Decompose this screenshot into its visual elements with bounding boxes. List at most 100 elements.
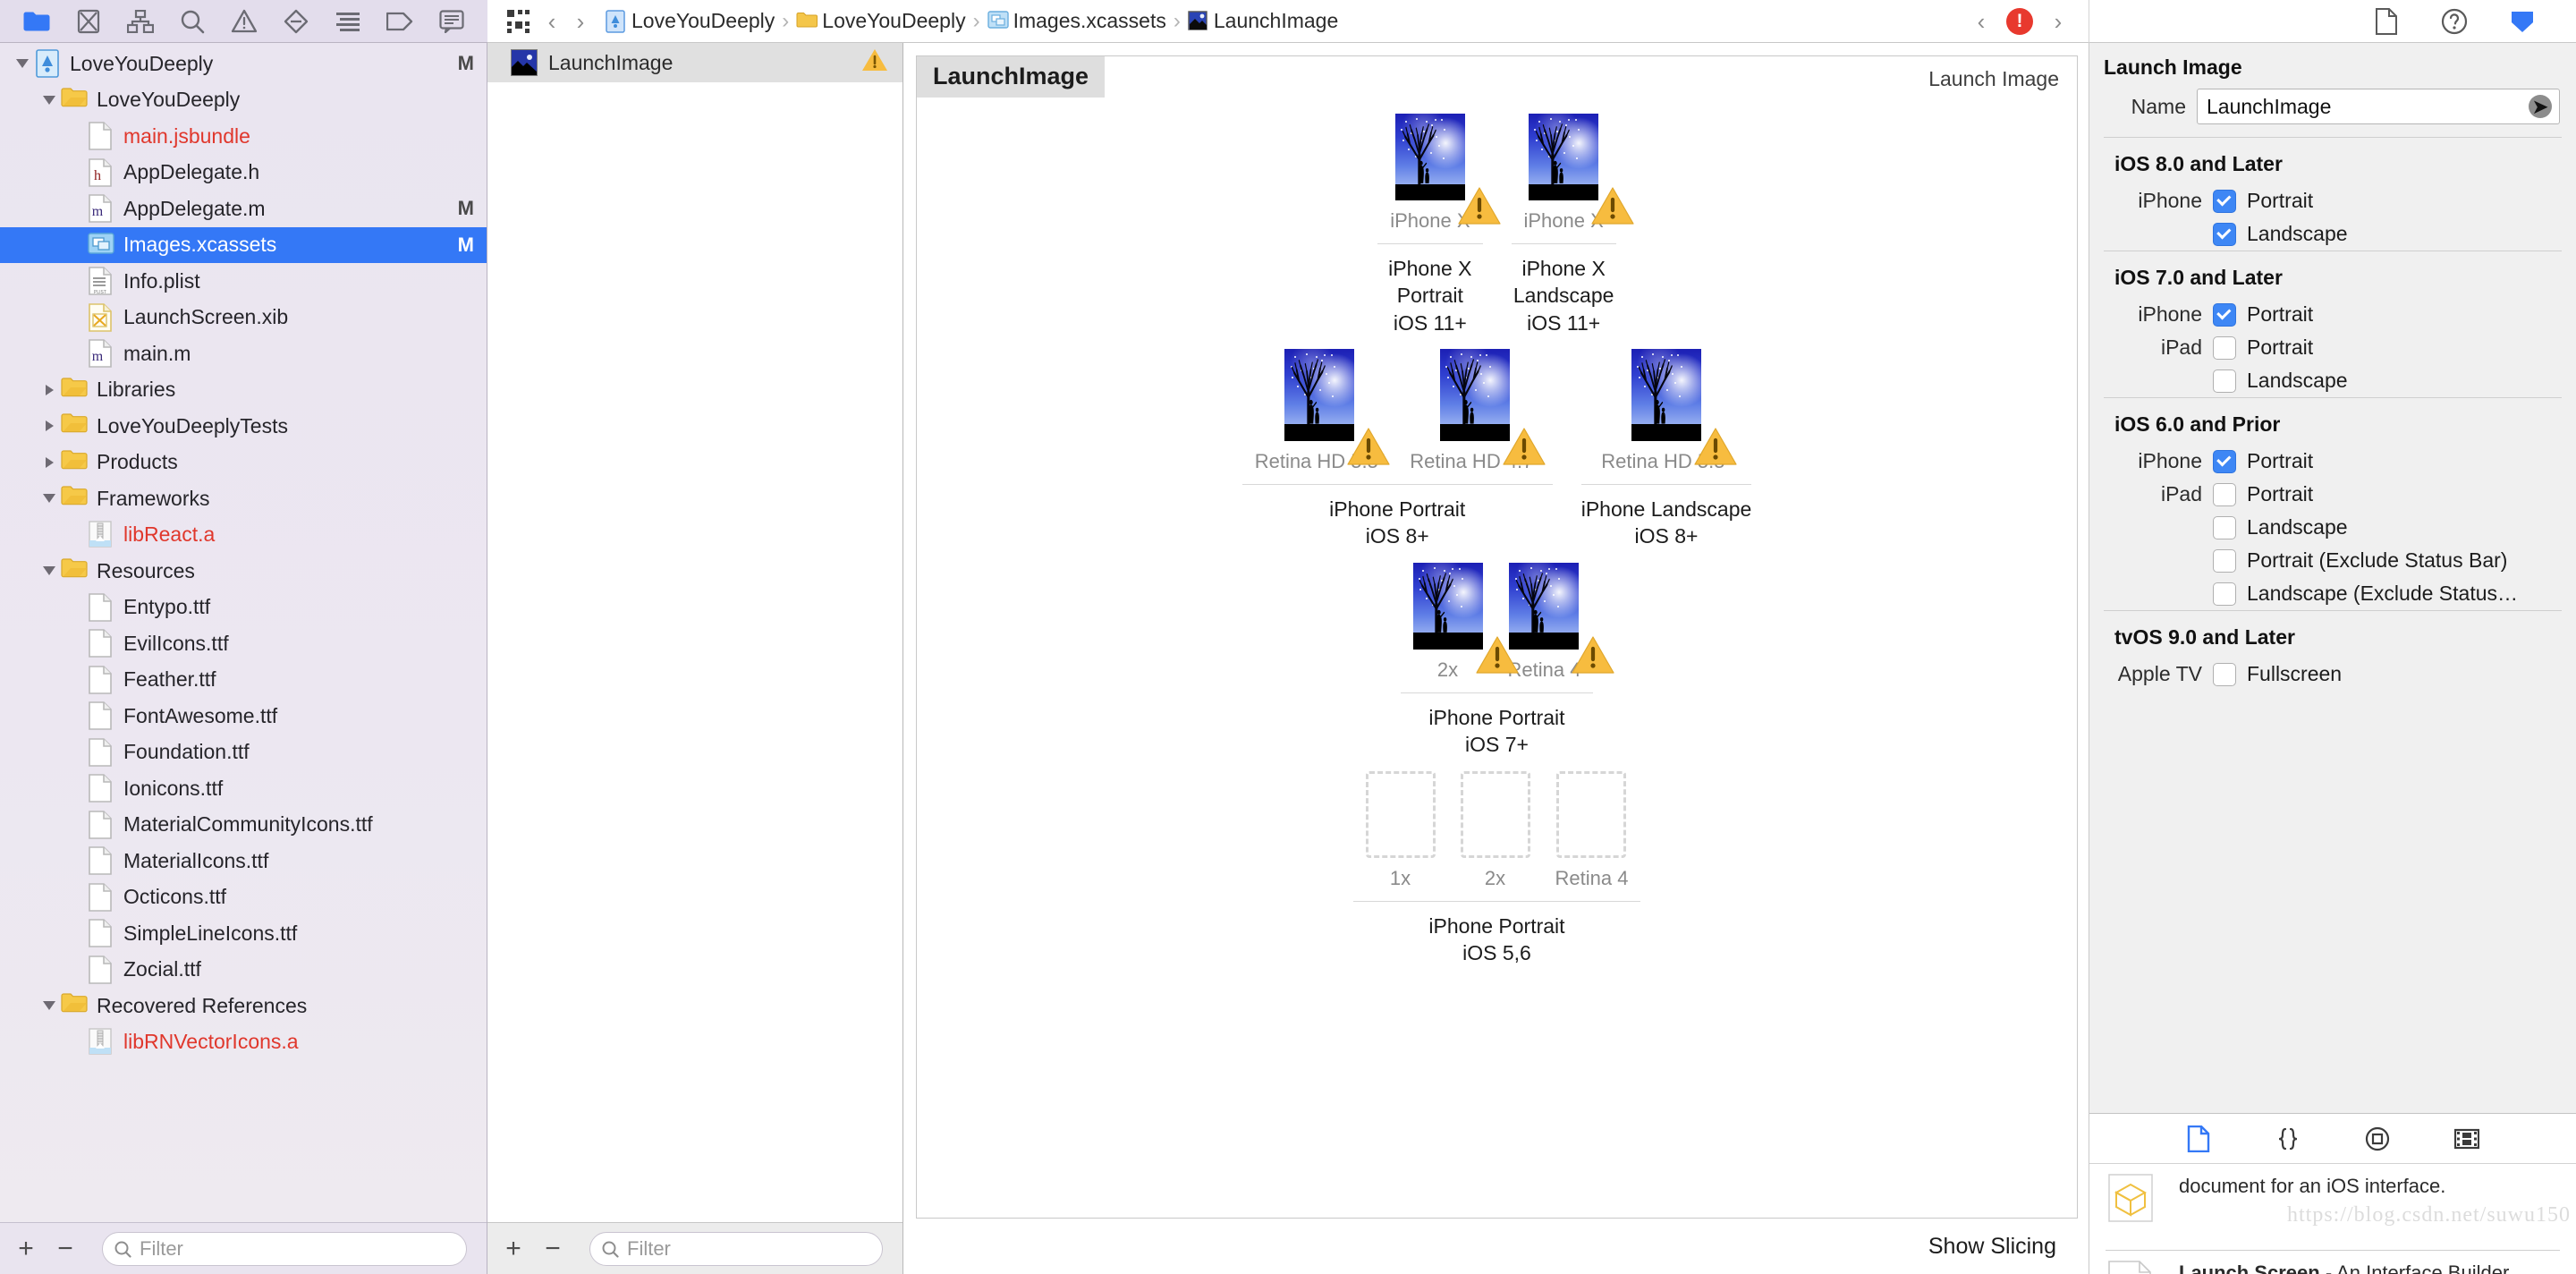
tree-row-frameworks[interactable]: Frameworks (0, 480, 487, 517)
empty-asset-slot[interactable] (1365, 770, 1436, 858)
library-item[interactable]: document for an iOS interface. (2089, 1164, 2576, 1239)
add-asset-button[interactable]: + (498, 1235, 529, 1262)
asset-well[interactable]: iPhone X (1390, 114, 1501, 233)
folder-icon[interactable] (11, 1, 63, 42)
issue-navigator-icon[interactable] (63, 1, 114, 42)
disclosure-triangle-icon[interactable] (38, 1001, 61, 1011)
tree-row-products[interactable]: Products (0, 445, 487, 481)
inspector-checkbox-row[interactable]: Landscape (Exclude Status… (2089, 577, 2576, 610)
tree-row-appdelegate-h[interactable]: h AppDelegate.h (0, 155, 487, 191)
asset-well[interactable]: 1x (1365, 770, 1436, 890)
comment-icon[interactable] (426, 1, 478, 42)
file-inspector-icon[interactable] (2368, 2, 2404, 41)
forward-button[interactable]: › (566, 2, 595, 41)
project-tree[interactable]: LoveYouDeeply M LoveYouDeeply main.jsbundle… (0, 43, 487, 1222)
tree-row-simplelineicons-ttf[interactable]: SimpleLineIcons.ttf (0, 915, 487, 952)
tree-row-fontawesome-ttf[interactable]: FontAwesome.ttf (0, 698, 487, 735)
checkbox[interactable] (2213, 369, 2236, 393)
media-library-icon[interactable] (2449, 1121, 2485, 1157)
tree-row-foundation-ttf[interactable]: Foundation.ttf (0, 735, 487, 771)
inspector-checkbox-row[interactable]: Landscape (2089, 364, 2576, 397)
previous-issue-button[interactable]: ‹ (1967, 2, 1996, 41)
inspector-checkbox-row[interactable]: iPhone Portrait (2089, 184, 2576, 217)
inspector-checkbox-row[interactable]: iPad Portrait (2089, 478, 2576, 511)
asset-well-slot[interactable] (1460, 770, 1530, 858)
asset-well-slot[interactable] (1631, 349, 1737, 465)
asset-thumbnail[interactable] (1284, 349, 1355, 442)
asset-thumbnail[interactable] (1439, 349, 1510, 442)
tree-row-launchscreen-xib[interactable]: LaunchScreen.xib (0, 300, 487, 336)
asset-list-item[interactable]: LaunchImage (487, 43, 902, 82)
tree-row-feather-ttf[interactable]: Feather.ttf (0, 662, 487, 699)
tree-row-images-xcassets[interactable]: Images.xcassets M (0, 226, 487, 263)
asset-well-slot[interactable] (1556, 770, 1627, 858)
inspector-checkbox-row[interactable]: Landscape (2089, 511, 2576, 544)
empty-asset-slot[interactable] (1460, 770, 1530, 858)
disclosure-triangle-icon[interactable] (38, 494, 61, 504)
tree-row-main-m[interactable]: m main.m (0, 335, 487, 372)
disclosure-triangle-icon[interactable] (38, 566, 61, 576)
tree-row-appdelegate-m[interactable]: m AppDelegate.m M (0, 191, 487, 227)
warning-triangle-icon[interactable] (218, 1, 270, 42)
checkbox[interactable] (2213, 335, 2236, 360)
asset-well-slot[interactable] (1439, 349, 1546, 465)
asset-well[interactable]: Retina 4 (1555, 770, 1628, 890)
checkbox[interactable] (2213, 662, 2236, 686)
tree-row-libreact-a[interactable]: libReact.a (0, 517, 487, 554)
tree-row-loveyoudeeplytests[interactable]: LoveYouDeeplyTests (0, 408, 487, 445)
asset-well-slot[interactable] (1284, 349, 1391, 465)
name-go-icon[interactable]: ➤ (2529, 95, 2552, 118)
asset-well[interactable]: 2x (1412, 562, 1519, 682)
remove-asset-button[interactable]: − (538, 1235, 568, 1262)
checkbox[interactable] (2213, 449, 2236, 473)
asset-well[interactable]: Retina HD 5.5” (1255, 349, 1391, 473)
tree-row-entypo-ttf[interactable]: Entypo.ttf (0, 590, 487, 626)
empty-asset-slot[interactable] (1556, 770, 1627, 858)
tree-row-librnvectoricons-a[interactable]: libRNVectorIcons.a (0, 1024, 487, 1061)
checkbox[interactable] (2213, 548, 2236, 573)
back-button[interactable]: ‹ (538, 2, 566, 41)
tree-row-recovered-references[interactable]: Recovered References (0, 988, 487, 1024)
identity-inspector-icon[interactable] (2504, 2, 2540, 41)
assistant-editor-icon[interactable] (500, 2, 538, 41)
tree-row-evilicons-ttf[interactable]: EvilIcons.ttf (0, 625, 487, 662)
asset-well-slot[interactable] (1365, 770, 1436, 858)
name-input[interactable]: LaunchImage ➤ (2197, 89, 2560, 124)
disclosure-triangle-icon[interactable] (38, 456, 61, 468)
checkbox[interactable] (2213, 515, 2236, 539)
tag-icon[interactable] (374, 1, 426, 42)
checkbox[interactable] (2213, 482, 2236, 506)
checkbox[interactable] (2213, 222, 2236, 246)
asset-well-slot[interactable] (1394, 114, 1501, 225)
asset-well[interactable]: Retina HD 5.5” (1601, 349, 1737, 473)
inspector-checkbox-row[interactable]: iPhone Portrait (2089, 445, 2576, 478)
disclosure-triangle-icon[interactable] (38, 420, 61, 432)
inspector-checkbox-row[interactable]: Portrait (Exclude Status Bar) (2089, 544, 2576, 577)
inspector-checkbox-row[interactable]: iPad Portrait (2089, 331, 2576, 364)
code-snippet-icon[interactable] (2270, 1121, 2306, 1157)
error-badge[interactable]: ! (2006, 7, 2033, 35)
asset-thumbnail[interactable] (1394, 114, 1465, 200)
asset-well-slot[interactable] (1529, 114, 1634, 225)
add-file-button[interactable]: + (11, 1235, 41, 1262)
file-template-icon[interactable] (2181, 1121, 2216, 1157)
breadcrumb-item-0[interactable]: LoveYouDeeply (604, 9, 776, 33)
inspector-checkbox-row[interactable]: Apple TV Fullscreen (2089, 658, 2576, 691)
asset-filter-input[interactable]: Filter (589, 1231, 883, 1266)
tree-row-loveyoudeeply[interactable]: LoveYouDeeply (0, 82, 487, 119)
asset-thumbnail[interactable] (1529, 114, 1599, 200)
debug-icon[interactable] (270, 1, 322, 42)
tree-row-loveyoudeeply[interactable]: LoveYouDeeply M (0, 46, 487, 82)
asset-thumbnail[interactable] (1412, 562, 1483, 650)
library-list[interactable]: document for an iOS interface. 1 Launch … (2089, 1164, 2576, 1274)
inspector-checkbox-row[interactable]: iPhone Portrait (2089, 298, 2576, 331)
next-issue-button[interactable]: › (2044, 2, 2072, 41)
tree-row-info-plist[interactable]: PLIST Info.plist (0, 263, 487, 300)
tree-row-materialcommunityicons-ttf[interactable]: MaterialCommunityIcons.ttf (0, 807, 487, 844)
disclosure-triangle-icon[interactable] (11, 59, 34, 69)
checkbox[interactable] (2213, 189, 2236, 213)
quick-help-icon[interactable] (2436, 2, 2472, 41)
hierarchy-icon[interactable] (114, 1, 166, 42)
inspector-checkbox-row[interactable]: Landscape (2089, 217, 2576, 251)
navigator-filter-input[interactable]: Filter (102, 1231, 467, 1266)
